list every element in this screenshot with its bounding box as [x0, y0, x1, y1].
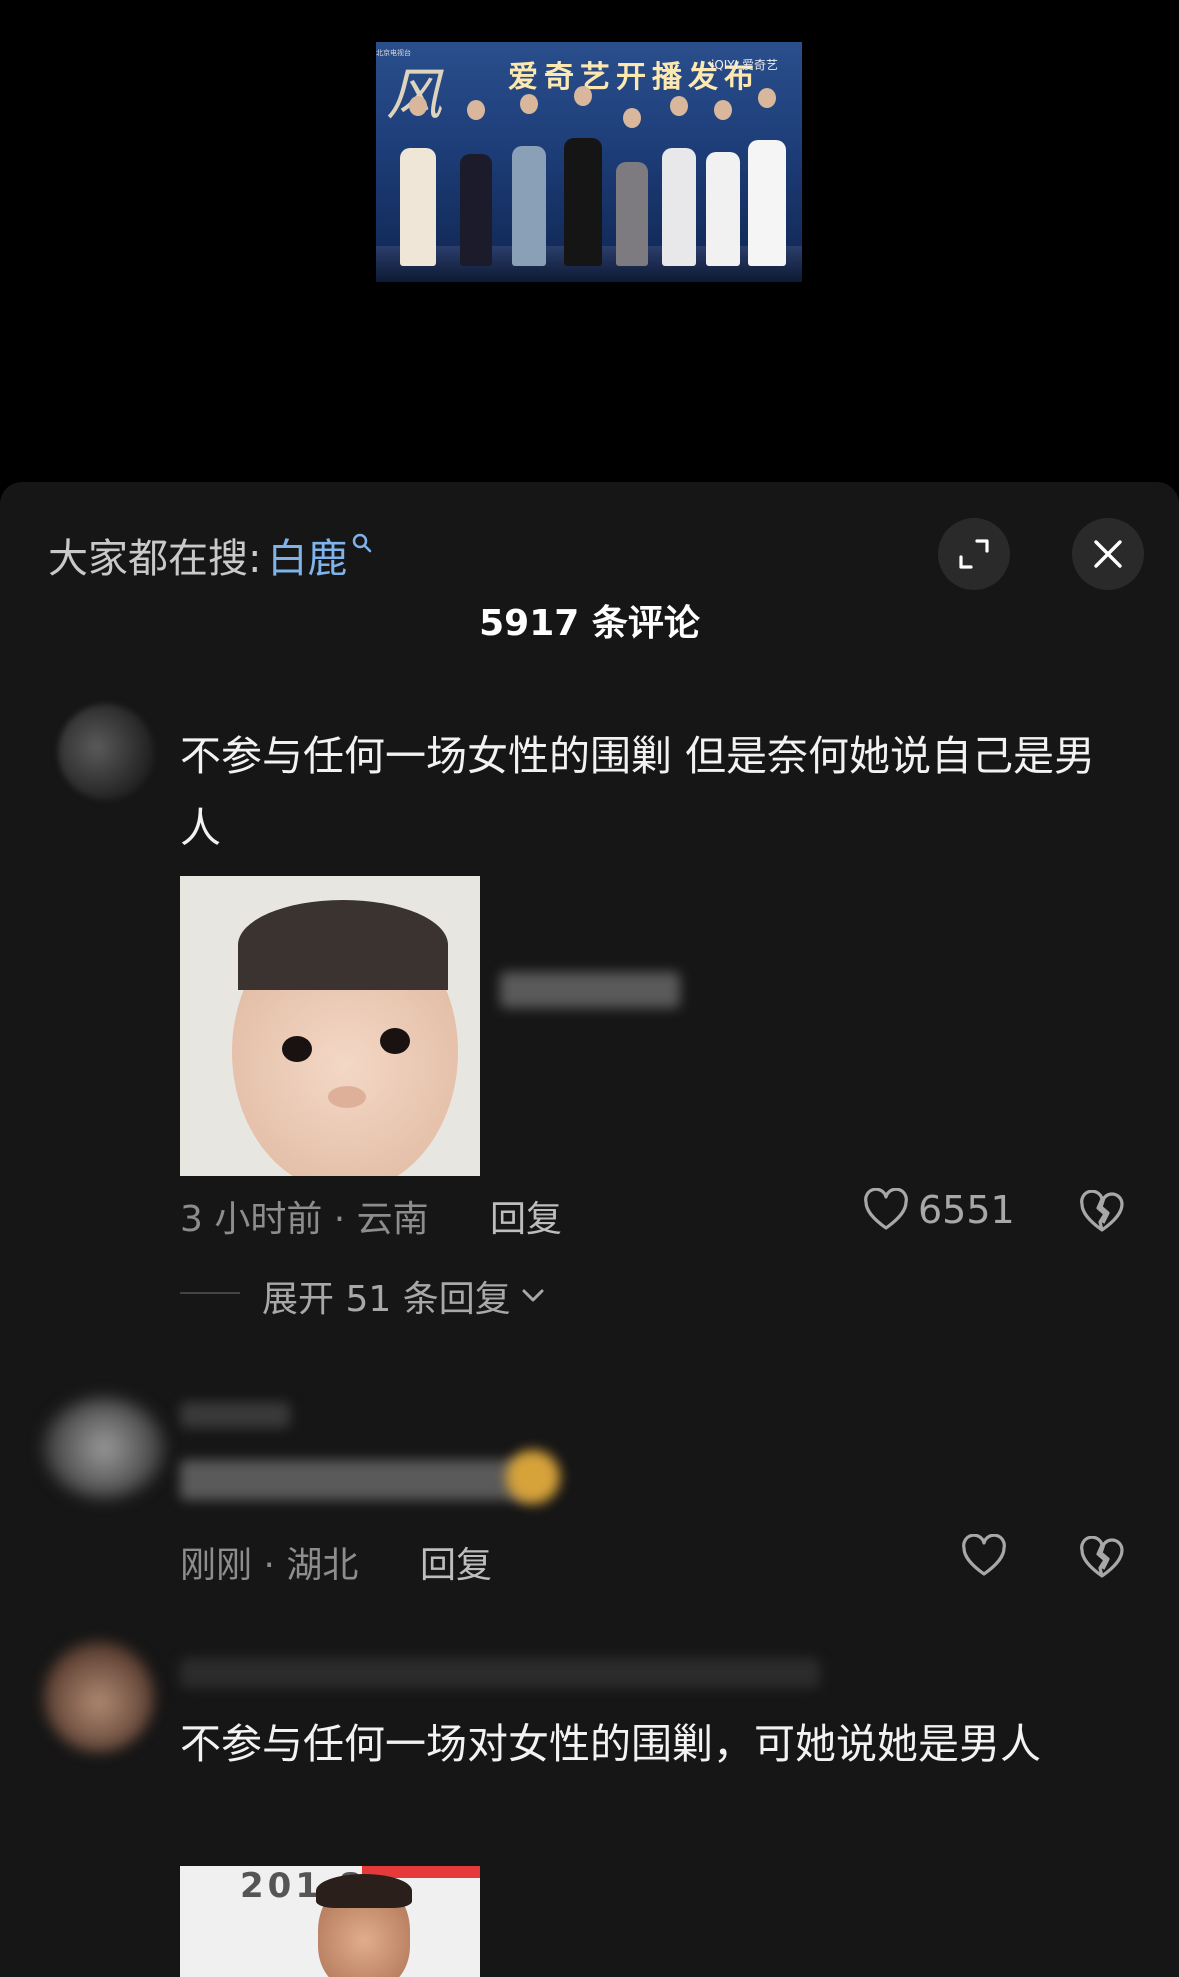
heart-icon: [960, 1534, 1008, 1578]
broken-heart-icon: [1078, 1536, 1126, 1580]
stage-person-head: [574, 86, 592, 106]
stage-person: [748, 140, 786, 266]
blurred-username: [180, 1402, 290, 1428]
broken-heart-icon: [1078, 1190, 1126, 1234]
comment-image[interactable]: 201 8: [180, 1866, 480, 1977]
comment-count: 5917 条评论: [479, 603, 700, 644]
stage-person-head: [409, 96, 427, 116]
heart-icon: [862, 1188, 910, 1232]
dislike-button[interactable]: [1078, 1536, 1126, 1580]
comment-sheet: 大家都在搜: 白鹿 5917 条评论 不参与任何一场女性的围剿 但是奈何她说自己…: [0, 482, 1179, 1977]
trending-search-keyword[interactable]: 白鹿: [267, 526, 347, 584]
comment-text: 不参与任何一场对女性的围剿，可她说她是男人: [180, 1720, 1041, 1768]
stage-person-head: [670, 96, 688, 116]
stage-person-head: [623, 108, 641, 128]
baby-eye-right: [380, 1028, 410, 1054]
comment-time-location: 刚刚 · 湖北: [180, 1545, 359, 1586]
like-button[interactable]: [960, 1534, 1008, 1578]
avatar[interactable]: [44, 1398, 164, 1498]
expand-replies-divider: [180, 1292, 240, 1294]
reply-button[interactable]: 回复: [420, 1536, 492, 1588]
comment-image[interactable]: [180, 876, 480, 1176]
dislike-button[interactable]: [1078, 1190, 1126, 1234]
baby-hair: [238, 900, 448, 990]
chevron-down-icon: [521, 1288, 545, 1304]
stage-person: [616, 162, 648, 266]
stage-person: [706, 152, 740, 266]
stage-person: [662, 148, 696, 266]
stage-person-head: [758, 88, 776, 108]
image-hair: [316, 1874, 412, 1908]
expand-button[interactable]: [938, 518, 1010, 590]
blurred-text: [500, 972, 680, 1008]
blurred-comment: [180, 1460, 530, 1500]
video-player[interactable]: 北京电视台 风 爱奇艺开播发布 iQIYI 爱奇艺: [0, 0, 1179, 490]
banner-calligraphy: 风: [386, 63, 442, 128]
stage-person-head: [467, 100, 485, 120]
avatar[interactable]: [44, 1642, 154, 1752]
stage-person-head: [714, 100, 732, 120]
trending-search[interactable]: 大家都在搜: 白鹿: [48, 526, 373, 584]
blurred-username: [180, 1658, 820, 1688]
close-button[interactable]: [1072, 518, 1144, 590]
stage-person: [512, 146, 546, 266]
stage-person-head: [520, 94, 538, 114]
like-count: 6551: [918, 1188, 1015, 1232]
expand-replies-button[interactable]: 展开 51 条回复: [262, 1270, 545, 1322]
blurred-emoji: [506, 1450, 560, 1504]
stage-person: [564, 138, 602, 266]
stage-person: [460, 154, 492, 266]
reply-button[interactable]: 回复: [490, 1190, 562, 1242]
comment-time-location: 3 小时前 · 云南: [180, 1199, 429, 1240]
banner-watermark: iQIYI 爱奇艺: [710, 58, 778, 72]
avatar[interactable]: [58, 704, 154, 800]
video-frame[interactable]: 北京电视台 风 爱奇艺开播发布 iQIYI 爱奇艺: [376, 42, 802, 282]
baby-nose: [328, 1086, 366, 1108]
trending-search-prefix: 大家都在搜:: [48, 536, 262, 582]
expand-icon: [957, 537, 991, 571]
expand-replies-label: 展开 51 条回复: [262, 1279, 511, 1320]
like-button[interactable]: 6551: [862, 1188, 1015, 1232]
stage-person: [400, 148, 436, 266]
search-icon: [351, 532, 373, 554]
comment-text: 不参与任何一场女性的围剿 但是奈何她说自己是男人: [180, 732, 1096, 852]
baby-eye-left: [282, 1036, 312, 1062]
close-icon: [1091, 537, 1125, 571]
